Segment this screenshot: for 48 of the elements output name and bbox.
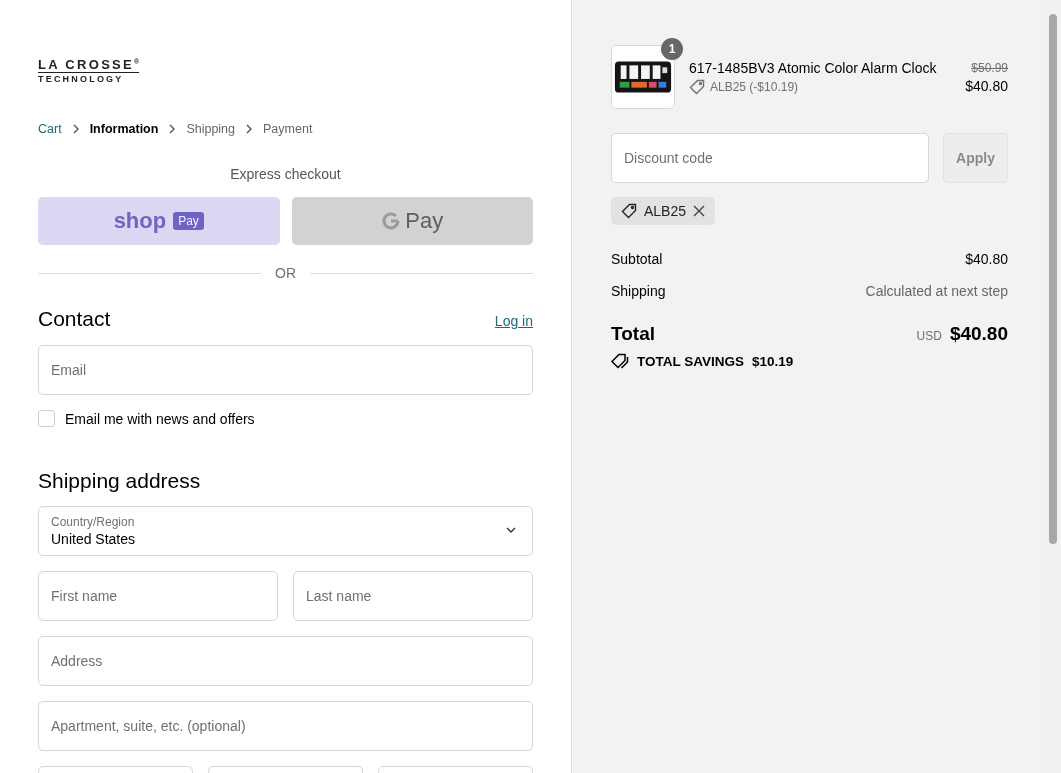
- logo[interactable]: LA CROSSE$^{®}$ TECHNOLOGY: [38, 57, 140, 84]
- input-field[interactable]: Apartment, suite, etc. (optional): [38, 701, 533, 751]
- field-label: Country/Region: [51, 515, 136, 529]
- input-field[interactable]: Last name: [293, 571, 533, 621]
- summary-value: $40.80: [965, 251, 1008, 267]
- shop-pay-button[interactable]: shop Pay: [38, 197, 280, 245]
- input-field[interactable]: Address: [38, 636, 533, 686]
- total-amount: $40.80: [949, 323, 1008, 345]
- tag-icon: [621, 203, 637, 219]
- checkbox[interactable]: [38, 410, 55, 427]
- savings-amount: $10.19: [752, 353, 794, 369]
- chevron-icon: [71, 124, 80, 134]
- scrollbar[interactable]: [1045, 0, 1061, 773]
- g-logo-icon: [381, 211, 402, 231]
- close-icon[interactable]: [693, 205, 706, 217]
- original-price: $50.99: [971, 60, 1008, 75]
- chevron-icon: [245, 124, 254, 134]
- tags-icon: [611, 353, 629, 369]
- checkbox-label: Email me with news and offers: [65, 410, 255, 427]
- field-value: United States: [51, 531, 137, 547]
- google-pay-button[interactable]: Pay: [291, 197, 533, 245]
- total-label: Total: [611, 323, 655, 345]
- breadcrumb-item[interactable]: Cart: [38, 122, 62, 136]
- price: $40.80: [965, 77, 1008, 94]
- breadcrumb-item: Shipping: [186, 122, 236, 136]
- summary-label: Shipping: [611, 283, 666, 299]
- tag-icon: [689, 78, 705, 95]
- section-title: Express checkout: [229, 166, 342, 182]
- input-field[interactable]: First name: [38, 571, 278, 621]
- code-label: ALB25: [644, 203, 687, 219]
- country-select[interactable]: Country/Region United States: [38, 506, 533, 556]
- login-link[interactable]: Log in: [494, 313, 533, 329]
- divider-label: OR: [275, 265, 296, 281]
- email-field[interactable]: Email: [38, 345, 533, 395]
- chevron-icon: [168, 124, 177, 134]
- breadcrumb-item: Information: [89, 122, 159, 136]
- summary-label: Subtotal: [611, 251, 663, 267]
- savings-label: TOTAL SAVINGS: [637, 353, 744, 369]
- caret-icon: [506, 527, 516, 533]
- section-heading: Contact: [38, 307, 111, 331]
- currency-label: USD: [916, 329, 942, 343]
- discount-label: ALB25 (-$10.19): [710, 79, 799, 94]
- section-heading: Shipping address: [38, 469, 201, 493]
- quantity-badge: 1: [661, 38, 683, 60]
- discount-field[interactable]: Discount code: [611, 133, 929, 183]
- breadcrumb-item: Payment: [263, 122, 313, 136]
- product-name: 617-1485BV3 Atomic Color Alarm Clock: [689, 59, 938, 76]
- summary-value: Calculated at next step: [865, 283, 1008, 299]
